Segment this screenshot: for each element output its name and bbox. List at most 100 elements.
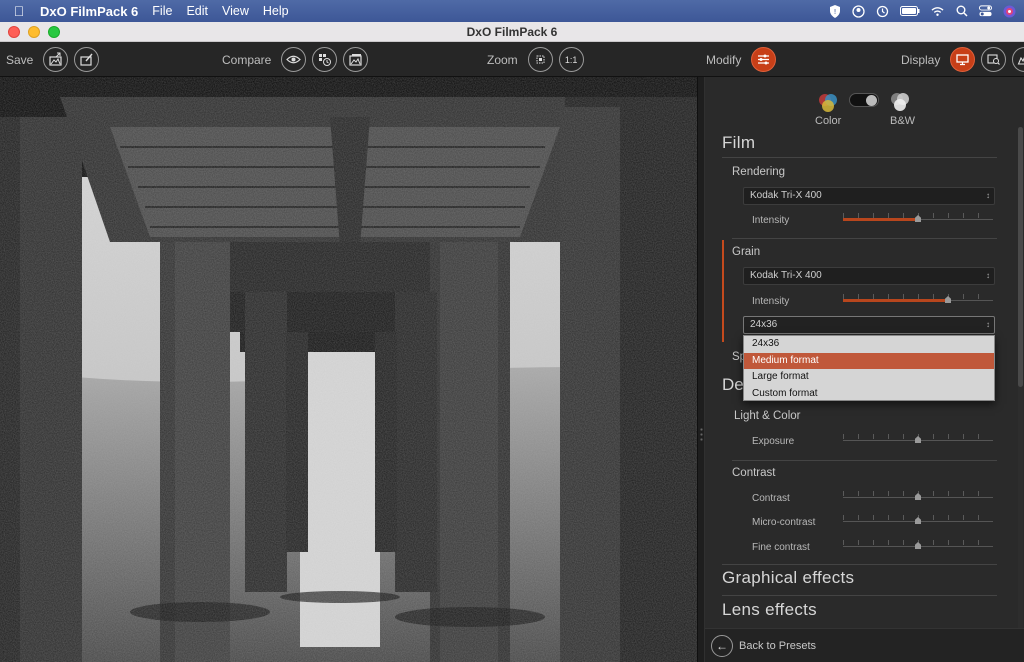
compare-eye-button[interactable] (281, 47, 306, 72)
zoom-100-button[interactable]: 1:1 (559, 47, 584, 72)
display-histogram-button[interactable] (1012, 47, 1024, 72)
fit-screen-icon (533, 52, 548, 67)
clipped-section-title[interactable]: De (722, 375, 743, 395)
micro-contrast-slider[interactable] (843, 515, 993, 527)
format-option-24x36[interactable]: 24x36 (744, 336, 994, 353)
contrast-label: Contrast (752, 493, 790, 504)
modify-group: Modify (706, 42, 776, 77)
select-arrows-icon: ↕ (986, 268, 990, 284)
time-machine-icon[interactable] (876, 5, 889, 18)
panel-scrollbar[interactable] (1018, 127, 1023, 647)
display-label: Display (901, 53, 940, 67)
rendering-film-select[interactable]: Kodak Tri-X 400 ↕ (743, 187, 995, 205)
clipped-subsection-title[interactable]: Sp (732, 351, 743, 363)
rendering-film-value: Kodak Tri-X 400 (750, 190, 822, 201)
divider (732, 460, 997, 461)
search-icon[interactable] (955, 5, 968, 18)
menu-file[interactable]: File (152, 4, 172, 18)
grain-film-value: Kodak Tri-X 400 (750, 270, 822, 281)
wifi-icon[interactable] (931, 5, 944, 18)
save-group: Save (6, 42, 99, 77)
control-center-icon[interactable] (979, 5, 992, 18)
contrast-slider[interactable] (843, 491, 993, 503)
graphical-effects-title[interactable]: Graphical effects (722, 568, 854, 588)
format-option-medium[interactable]: Medium format (744, 353, 994, 370)
select-arrows-icon: ↕ (986, 188, 990, 204)
grid-clock-icon (317, 52, 332, 67)
contrast-title[interactable]: Contrast (732, 467, 775, 479)
panel-splitter[interactable] (697, 77, 705, 662)
grain-film-select[interactable]: Kodak Tri-X 400 ↕ (743, 267, 995, 285)
menu-edit[interactable]: Edit (186, 4, 208, 18)
menu-help[interactable]: Help (263, 4, 289, 18)
zoom-fit-button[interactable] (528, 47, 553, 72)
macos-menu-bar:  DxO FilmPack 6 File Edit View Help ! (0, 0, 1024, 22)
format-option-large[interactable]: Large format (744, 369, 994, 386)
modify-button[interactable] (751, 47, 776, 72)
split-image-icon (348, 52, 363, 67)
divider (732, 238, 997, 239)
compare-split-button[interactable] (343, 47, 368, 72)
rendering-intensity-label: Intensity (752, 215, 789, 226)
compare-history-button[interactable] (312, 47, 337, 72)
color-mode-icon[interactable] (817, 93, 839, 113)
fine-contrast-slider[interactable] (843, 540, 993, 552)
apple-menu-icon[interactable]:  (12, 3, 26, 19)
color-bw-switch: Color B&W (815, 91, 915, 131)
photo-preview (0, 77, 697, 662)
divider (722, 564, 997, 565)
zoom-window-button[interactable] (48, 26, 60, 38)
settings-panel: Color B&W Film Rendering Kodak Tri-X 400… (705, 77, 1024, 662)
rendering-title[interactable]: Rendering (732, 166, 785, 178)
exposure-slider[interactable] (843, 434, 993, 446)
lens-effects-title[interactable]: Lens effects (722, 600, 817, 620)
profile-icon[interactable] (852, 5, 865, 18)
shield-icon[interactable]: ! (828, 5, 841, 18)
window-controls (8, 26, 60, 38)
sliders-icon (756, 52, 771, 67)
window-title-bar: DxO FilmPack 6 (0, 22, 1024, 42)
battery-icon[interactable] (900, 5, 920, 18)
grain-format-dropdown: 24x36 Medium format Large format Custom … (743, 335, 995, 401)
image-viewer[interactable] (0, 77, 697, 662)
save-label: Save (6, 53, 33, 67)
compare-group: Compare (222, 42, 368, 77)
panel-footer: ← Back to Presets (705, 628, 1024, 662)
export-edit-button[interactable] (74, 47, 99, 72)
display-monitor-button[interactable] (950, 47, 975, 72)
modify-label: Modify (706, 53, 741, 67)
bw-mode-icon[interactable] (889, 91, 911, 113)
rendering-intensity-slider[interactable] (843, 213, 993, 225)
menu-view[interactable]: View (222, 4, 249, 18)
grain-intensity-slider[interactable] (843, 294, 993, 306)
eye-icon (286, 52, 301, 67)
grain-title[interactable]: Grain (732, 246, 760, 258)
back-to-presets-link[interactable]: Back to Presets (739, 640, 816, 652)
histogram-icon (1017, 52, 1024, 67)
edit-image-icon (79, 52, 94, 67)
export-image-icon (48, 52, 63, 67)
back-arrow-icon[interactable]: ← (711, 635, 733, 657)
zoom-group: Zoom 1:1 (487, 42, 584, 77)
format-option-custom[interactable]: Custom format (744, 386, 994, 403)
main-toolbar: Save Compare Zoom 1:1 Modify Disp (0, 42, 1024, 77)
export-image-button[interactable] (43, 47, 68, 72)
close-window-button[interactable] (8, 26, 20, 38)
grain-format-select[interactable]: 24x36 ↕ (743, 316, 995, 334)
display-loupe-button[interactable] (981, 47, 1006, 72)
zoom-label: Zoom (487, 53, 518, 67)
scrollbar-thumb[interactable] (1018, 127, 1023, 387)
app-menu[interactable]: DxO FilmPack 6 (40, 4, 138, 19)
slider-fill (843, 218, 918, 221)
minimize-window-button[interactable] (28, 26, 40, 38)
light-color-title[interactable]: Light & Color (734, 410, 800, 422)
compare-label: Compare (222, 53, 271, 67)
select-arrows-icon: ↕ (986, 317, 990, 333)
divider (722, 595, 997, 596)
film-section-title[interactable]: Film (722, 133, 755, 153)
bw-mode-label: B&W (890, 115, 915, 127)
monitor-icon (955, 52, 970, 67)
window-title: DxO FilmPack 6 (467, 25, 558, 39)
siri-icon[interactable] (1003, 5, 1016, 18)
color-bw-toggle[interactable] (849, 93, 879, 107)
